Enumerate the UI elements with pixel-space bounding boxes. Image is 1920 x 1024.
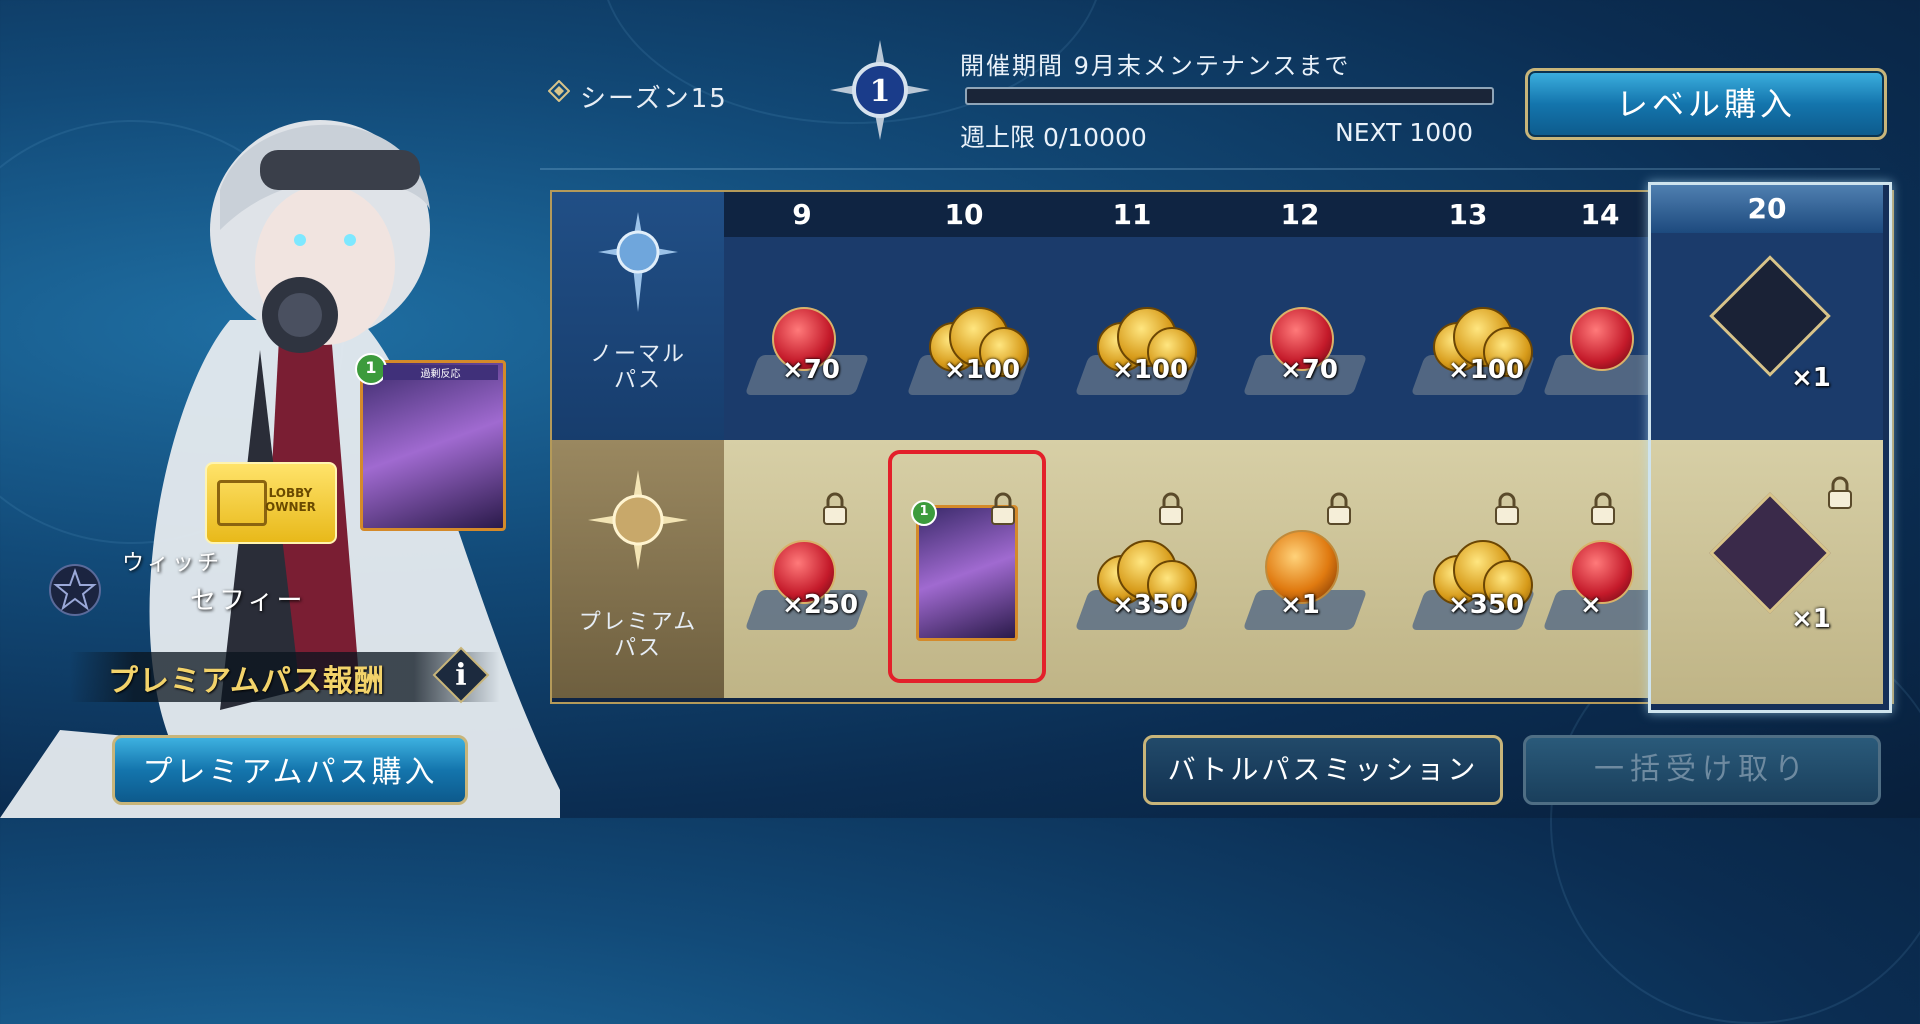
normal-reward-cell[interactable]: ×100 xyxy=(880,237,1049,440)
emblem-reward-icon xyxy=(1709,255,1831,377)
premium-reward-qty: ×250 xyxy=(782,590,859,620)
svg-text:i: i xyxy=(455,658,466,693)
card-title: 過剰反応 xyxy=(383,365,498,380)
premium-reward-cell[interactable]: ×250 xyxy=(724,440,881,698)
featured-premium-qty: ×1 xyxy=(1791,604,1831,634)
normal-pass-label: ノーマル パス xyxy=(589,342,686,393)
next-exp: NEXT 1000 xyxy=(1335,118,1474,147)
premium-emblem-reward-icon xyxy=(1709,492,1831,614)
featured-normal-cell[interactable]: ×1 xyxy=(1651,233,1883,440)
level-column-header: 11 xyxy=(1048,192,1216,237)
normal-pass-header: ノーマル パス xyxy=(552,192,724,440)
character-class: ウィッチ xyxy=(122,551,223,576)
level-number: 1 xyxy=(870,74,891,109)
lock-icon xyxy=(1327,492,1351,525)
normal-reward-qty: ×100 xyxy=(944,355,1021,385)
lobby-badge-text: LOBBY OWNER xyxy=(265,486,316,514)
featured-normal-qty: ×1 xyxy=(1791,363,1831,393)
level-progress-bar xyxy=(965,87,1494,105)
premium-reward-cell[interactable]: ×1 xyxy=(1216,440,1385,698)
normal-reward-qty: ×100 xyxy=(1448,355,1525,385)
divider xyxy=(540,168,1880,170)
featured-premium-cell[interactable]: ×1 xyxy=(1651,440,1883,704)
info-icon[interactable]: i xyxy=(432,646,490,704)
premium-pass-purchase-button[interactable]: プレミアムパス購入 xyxy=(112,735,468,805)
premium-rewards-title: プレミアムパス報酬 xyxy=(108,664,385,699)
witch-emblem-icon xyxy=(49,564,101,616)
normal-reward-cell[interactable]: ×100 xyxy=(1384,237,1553,440)
normal-reward-cell[interactable]: ×70 xyxy=(1216,237,1385,440)
lobby-icon xyxy=(217,480,267,526)
premium-reward-qty: ×1 xyxy=(1280,590,1320,620)
premium-reward-cell[interactable]: × xyxy=(1542,440,1668,698)
premium-reward-qty: ×350 xyxy=(1112,590,1189,620)
normal-reward-cell[interactable] xyxy=(1542,237,1668,440)
level-column-header: 10 xyxy=(880,192,1048,237)
lock-icon xyxy=(1159,492,1183,525)
level-column-header: 14 xyxy=(1552,192,1648,237)
level-column-header: 13 xyxy=(1384,192,1552,237)
normal-reward-qty: ×100 xyxy=(1112,355,1189,385)
season-label: シーズン15 xyxy=(580,84,728,114)
premium-reward-cell[interactable]: ×350 xyxy=(1384,440,1553,698)
character-name: セフィー xyxy=(190,586,306,616)
normal-reward-cell[interactable]: ×100 xyxy=(1048,237,1217,440)
level-badge: 1 xyxy=(830,40,930,140)
premium-reward-cell[interactable]: ×350 xyxy=(1048,440,1217,698)
lock-icon xyxy=(823,492,847,525)
event-period: 開催期間 9月末メンテナンスまで xyxy=(960,52,1351,80)
potion-icon xyxy=(1570,307,1634,371)
selected-reward-highlight xyxy=(888,450,1046,683)
level-column-header: 12 xyxy=(1216,192,1384,237)
weekly-limit: 週上限 0/10000 xyxy=(960,123,1147,152)
premium-reward-qty: × xyxy=(1580,590,1602,620)
normal-reward-qty: ×70 xyxy=(1280,355,1338,385)
held-card: 1 過剰反応 xyxy=(355,353,506,531)
normal-reward-cell[interactable]: ×70 xyxy=(724,237,881,440)
season-diamond-icon xyxy=(548,80,570,102)
battle-pass-mission-button[interactable]: バトルパスミッション xyxy=(1143,735,1503,805)
featured-level: 20 xyxy=(1651,185,1883,233)
lock-icon xyxy=(1495,492,1519,525)
premium-pass-label: プレミアム パス xyxy=(578,610,698,661)
lock-icon xyxy=(1828,476,1852,509)
lobby-owner-badge: LOBBY OWNER xyxy=(205,462,337,544)
premium-pass-header: プレミアム パス xyxy=(552,440,724,698)
premium-reward-qty: ×350 xyxy=(1448,590,1525,620)
normal-pass-icon xyxy=(598,212,678,312)
level-column-header: 9 xyxy=(724,192,880,237)
normal-reward-qty: ×70 xyxy=(782,355,840,385)
claim-all-button[interactable]: 一括受け取り xyxy=(1523,735,1881,805)
lock-icon xyxy=(1591,492,1615,525)
level-purchase-button[interactable]: レベル購入 xyxy=(1525,68,1887,140)
premium-pass-icon xyxy=(588,470,688,570)
